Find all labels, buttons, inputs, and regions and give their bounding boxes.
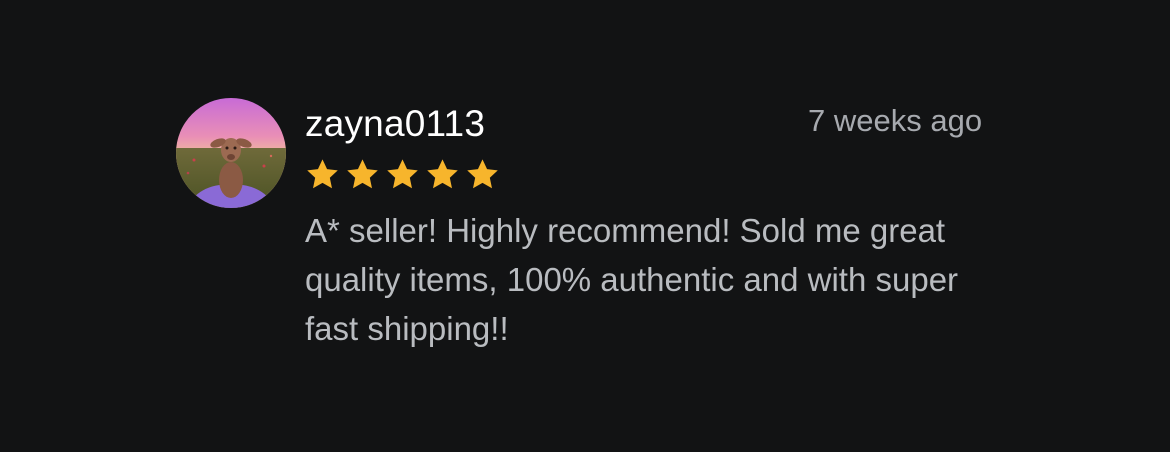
star-rating (304, 156, 501, 196)
star-icon (387, 159, 418, 189)
star-icon (467, 159, 498, 189)
review-timestamp: 7 weeks ago (808, 103, 983, 138)
review-card: zayna0113 7 weeks ago A* seller! Highly … (0, 0, 1170, 452)
review-text: A* seller! Highly recommend! Sold me gre… (305, 212, 959, 347)
star-icon (347, 159, 378, 189)
star-icon (427, 159, 458, 189)
username[interactable]: zayna0113 (305, 102, 485, 146)
avatar-image (176, 98, 286, 208)
star-icon (307, 159, 338, 189)
avatar[interactable] (176, 98, 286, 208)
